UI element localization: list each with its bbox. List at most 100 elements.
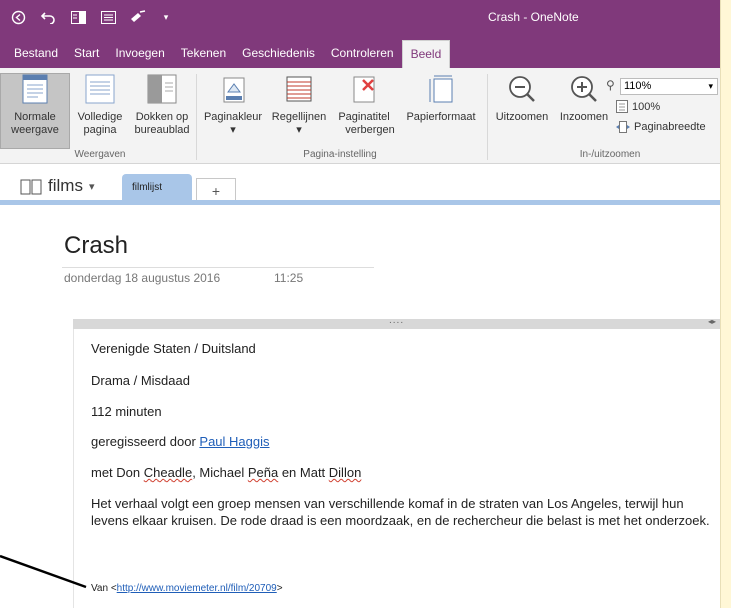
- hide-title-icon: [353, 76, 375, 103]
- cast-part-e: en Matt: [278, 465, 329, 480]
- notebook-picker[interactable]: films ▾: [20, 176, 94, 196]
- chevron-down-icon: ▾: [708, 81, 713, 91]
- cast-part-c: , Michael: [192, 465, 248, 480]
- zoom-100-button[interactable]: 100%: [616, 100, 660, 113]
- zoom-in-button[interactable]: Inzoomen: [554, 74, 614, 124]
- director-prefix: geregisseerd door: [91, 434, 200, 449]
- tab-start[interactable]: Start: [66, 40, 107, 68]
- note-line-country[interactable]: Verenigde Staten / Duitsland: [91, 341, 256, 356]
- cast-part-a: met Don: [91, 465, 144, 480]
- source-link[interactable]: http://www.moviemeter.nl/film/20709: [117, 583, 277, 594]
- quick-access-toolbar: ▾: [10, 9, 174, 25]
- page-canvas[interactable]: Crash donderdag 18 augustus 2016 11:25 .…: [0, 205, 720, 608]
- ribbon-separator: [196, 74, 197, 160]
- paper-size-button[interactable]: Papierformaat: [398, 74, 484, 124]
- tab-geschiedenis[interactable]: Geschiedenis: [234, 40, 323, 68]
- note-line-duration[interactable]: 112 minuten: [91, 404, 162, 419]
- title-bar: ▾ Crash - OneNote: [0, 0, 720, 40]
- zoom-in-label: Inzoomen: [559, 111, 609, 123]
- title-underline: [62, 267, 374, 268]
- zoom-search-icon: ⚲: [606, 78, 615, 92]
- director-link[interactable]: Paul Haggis: [199, 434, 269, 449]
- page-color-label: Paginakleur: [203, 111, 263, 123]
- source-suffix: >: [276, 583, 283, 594]
- cast-dillon: Dillon: [328, 465, 362, 480]
- normal-view-label-1: Normale: [14, 111, 56, 123]
- note-line-director[interactable]: geregisseerd door Paul Haggis: [91, 434, 270, 449]
- zoom-100-label: 100%: [632, 100, 661, 113]
- zoom-out-button[interactable]: Uitzoomen: [490, 74, 554, 124]
- page-width-button[interactable]: Paginabreedte: [616, 121, 706, 133]
- page-title[interactable]: Crash: [64, 232, 128, 260]
- paper-size-label: Papierformaat: [406, 111, 476, 123]
- rule-lines-dropdown-icon: ▾: [296, 124, 302, 136]
- notebook-icon: [20, 179, 42, 194]
- cast-cheadle: Cheadle: [143, 465, 193, 480]
- normal-view-button[interactable]: Normale weergave: [0, 73, 70, 149]
- page-width-label: Paginabreedte: [634, 121, 706, 133]
- drag-handle-dots[interactable]: ....: [389, 315, 404, 326]
- notebook-bar: films ▾ filmlijst +: [0, 164, 720, 204]
- format-painter-icon[interactable]: [130, 9, 146, 25]
- hide-page-title-button[interactable]: Paginatitel verbergen: [332, 74, 396, 137]
- page-color-icon: [223, 77, 245, 103]
- dock-desktop-icon: [147, 74, 177, 104]
- zoom-level-select[interactable]: 110% ▾: [620, 78, 718, 95]
- ribbon-separator: [487, 74, 488, 160]
- full-page-label-1: Volledige: [77, 111, 123, 123]
- zoom-in-icon: [571, 76, 597, 102]
- normal-view-icon: [22, 74, 48, 104]
- page-width-icon: [616, 121, 630, 133]
- note-container-handle[interactable]: .... ◂▸: [73, 315, 720, 329]
- page-color-button[interactable]: Paginakleur ▾: [200, 74, 266, 137]
- zoom-out-icon: [509, 76, 535, 102]
- window-title: Crash - OneNote: [488, 10, 579, 24]
- zoom-level-value: 110%: [624, 80, 652, 92]
- tab-tekenen[interactable]: Tekenen: [173, 40, 234, 68]
- rule-lines-button[interactable]: Regellijnen ▾: [266, 74, 332, 137]
- note-synopsis[interactable]: Het verhaal volgt een groep mensen van v…: [91, 495, 716, 529]
- hide-title-label-1: Paginatitel: [338, 111, 390, 123]
- hide-title-label-2: verbergen: [345, 124, 395, 136]
- page-date: donderdag 18 augustus 2016: [64, 271, 221, 285]
- window-edge: [720, 0, 731, 608]
- tab-invoegen[interactable]: Invoegen: [107, 40, 172, 68]
- dock-label-1: Dokken op: [135, 111, 189, 123]
- ribbon-tabs: Bestand Start Invoegen Tekenen Geschiede…: [0, 40, 720, 68]
- rule-lines-icon: [286, 76, 312, 102]
- note-line-genre[interactable]: Drama / Misdaad: [91, 373, 190, 388]
- onenote-window: ▾ Crash - OneNote Bestand Start Invoegen…: [0, 0, 720, 608]
- tab-beeld[interactable]: Beeld: [401, 40, 451, 68]
- page-color-dropdown-icon: ▾: [230, 124, 236, 136]
- chevron-down-icon: ▾: [88, 180, 95, 193]
- customize-dropdown-icon[interactable]: ▾: [158, 9, 174, 25]
- page-view-icon[interactable]: [100, 9, 116, 25]
- source-prefix: Van <: [91, 583, 117, 594]
- undo-icon[interactable]: [40, 9, 56, 25]
- group-pagina-instelling-label: Pagina-instelling: [303, 149, 377, 160]
- paper-size-icon: [429, 75, 453, 103]
- note-source[interactable]: Van <http://www.moviemeter.nl/film/20709…: [91, 583, 283, 594]
- ribbon-beeld: Normale weergave Volledige pagina Dokken…: [0, 68, 720, 164]
- dock-label-2: bureaublad: [134, 124, 190, 136]
- note-line-cast[interactable]: met Don Cheadle, Michael Peña en Matt Di…: [91, 465, 361, 480]
- back-circle-icon[interactable]: [10, 9, 26, 25]
- tab-bestand[interactable]: Bestand: [6, 40, 66, 68]
- group-weergaven-label: Weergaven: [74, 149, 126, 160]
- page-time: 11:25: [274, 271, 304, 285]
- zoom-100-icon: [616, 100, 628, 113]
- rule-lines-label: Regellijnen: [271, 111, 327, 123]
- cast-pena: Peña: [247, 465, 279, 480]
- normal-view-label-2: weergave: [11, 124, 59, 136]
- full-page-view-button[interactable]: Volledige pagina: [70, 74, 130, 137]
- note-container[interactable]: Verenigde Staten / Duitsland Drama / Mis…: [73, 329, 720, 608]
- full-page-icon: [85, 74, 115, 104]
- zoom-out-label: Uitzoomen: [495, 111, 549, 123]
- tab-controleren[interactable]: Controleren: [323, 40, 402, 68]
- dock-icon[interactable]: [70, 9, 86, 25]
- dock-desktop-button[interactable]: Dokken op bureaublad: [131, 74, 193, 137]
- notebook-name: films: [48, 176, 83, 195]
- group-zoom-label: In-/uitzoomen: [579, 149, 641, 160]
- full-page-label-2: pagina: [83, 124, 117, 136]
- resize-arrows-icon[interactable]: ◂▸: [708, 317, 716, 326]
